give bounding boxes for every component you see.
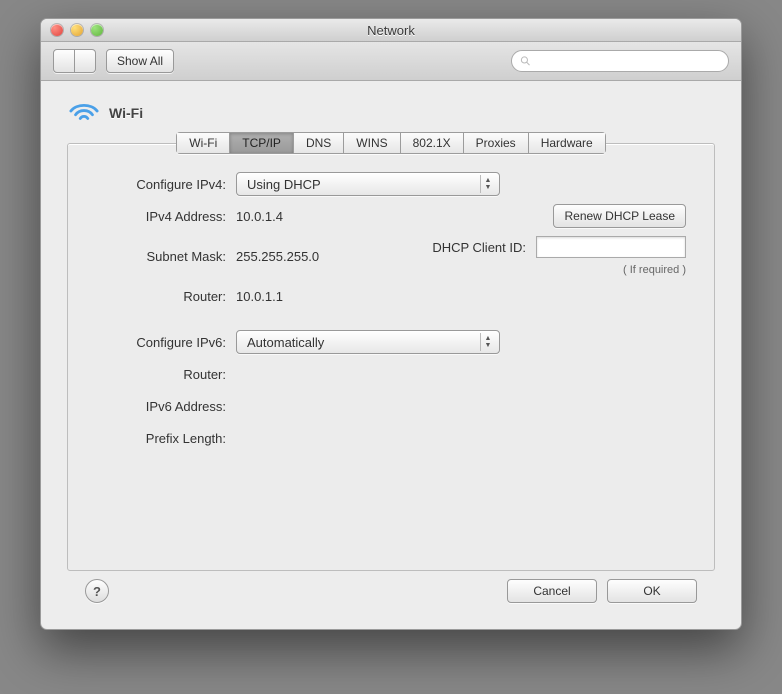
sheet-footer: ? Cancel OK (67, 571, 715, 619)
toolbar: Show All (41, 42, 741, 81)
search-input[interactable] (535, 53, 720, 69)
back-button[interactable] (53, 49, 75, 73)
show-all-button[interactable]: Show All (106, 49, 174, 73)
network-preferences-window: Network Show All Wi- (40, 18, 742, 630)
label-configure-ipv6: Configure IPv6: (96, 335, 236, 350)
subnet-mask-value: 255.255.255.0 (236, 249, 319, 264)
ok-button[interactable]: OK (607, 579, 697, 603)
label-ipv6-address: IPv6 Address: (96, 399, 236, 414)
ipv4-address-value: 10.0.1.4 (236, 209, 283, 224)
configure-ipv6-value: Automatically (247, 335, 324, 350)
window-title: Network (41, 23, 741, 38)
search-icon (520, 55, 531, 67)
if-required-note: ( If required ) (623, 264, 686, 276)
close-icon[interactable] (51, 24, 63, 36)
dhcp-client-id-input[interactable] (536, 236, 686, 258)
configure-ipv4-select[interactable]: Using DHCP ▲▼ (236, 172, 500, 196)
tabs: Wi-Fi TCP/IP DNS WINS 802.1X Proxies Har… (176, 132, 605, 154)
tcpip-panel: Configure IPv4: Using DHCP ▲▼ IPv4 Addre… (67, 143, 715, 571)
content-area: Wi-Fi Wi-Fi TCP/IP DNS WINS 802.1X Proxi… (41, 81, 741, 629)
router-value: 10.0.1.1 (236, 289, 283, 304)
renew-dhcp-lease-button[interactable]: Renew DHCP Lease (553, 204, 686, 228)
label-ipv6-router: Router: (96, 367, 236, 382)
wifi-icon (69, 99, 99, 126)
label-ipv4-address: IPv4 Address: (96, 209, 236, 224)
label-configure-ipv4: Configure IPv4: (96, 177, 236, 192)
nav-segment (53, 49, 96, 73)
configure-ipv4-value: Using DHCP (247, 177, 321, 192)
forward-button[interactable] (75, 49, 96, 73)
service-name: Wi-Fi (109, 105, 143, 121)
dropdown-arrows-icon: ▲▼ (480, 175, 495, 193)
configure-ipv6-select[interactable]: Automatically ▲▼ (236, 330, 500, 354)
tab-wins[interactable]: WINS (343, 132, 399, 154)
tab-hardware[interactable]: Hardware (528, 132, 606, 154)
window-controls (41, 24, 103, 36)
tab-dns[interactable]: DNS (293, 132, 343, 154)
help-button[interactable]: ? (85, 579, 109, 603)
cancel-button[interactable]: Cancel (507, 579, 597, 603)
search-field[interactable] (511, 50, 729, 72)
label-router: Router: (96, 289, 236, 304)
minimize-icon[interactable] (71, 24, 83, 36)
label-prefix-length: Prefix Length: (96, 431, 236, 446)
tab-tcpip[interactable]: TCP/IP (229, 132, 293, 154)
tab-wifi[interactable]: Wi-Fi (176, 132, 229, 154)
titlebar: Network (41, 19, 741, 42)
tab-proxies[interactable]: Proxies (463, 132, 528, 154)
service-header: Wi-Fi (67, 95, 715, 136)
label-dhcp-client-id: DHCP Client ID: (432, 240, 526, 255)
label-subnet-mask: Subnet Mask: (96, 249, 236, 264)
tab-8021x[interactable]: 802.1X (400, 132, 463, 154)
dropdown-arrows-icon: ▲▼ (480, 333, 495, 351)
zoom-icon[interactable] (91, 24, 103, 36)
